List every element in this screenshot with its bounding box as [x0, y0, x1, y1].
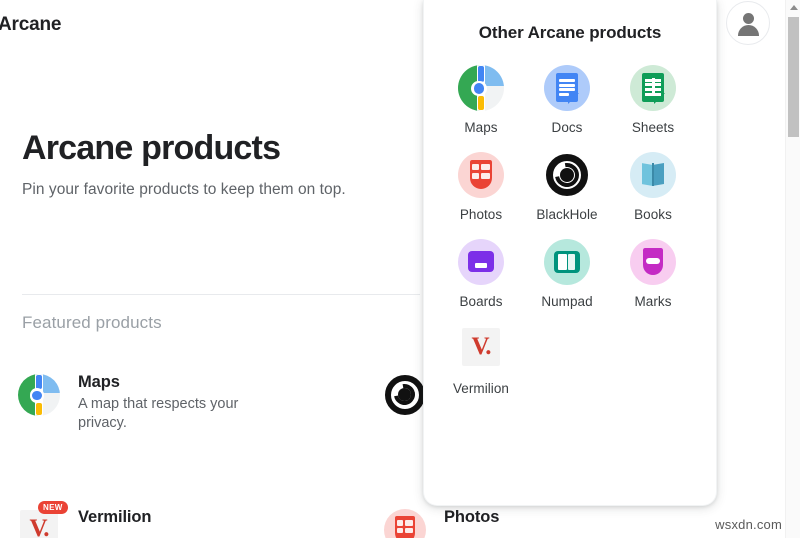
vermilion-icon: V. [458, 326, 504, 372]
maps-icon [18, 374, 60, 416]
featured-item-text: Photos [444, 507, 634, 530]
app-item-photos[interactable]: Photos [438, 152, 524, 222]
books-icon [630, 152, 676, 198]
app-label: Books [634, 207, 672, 222]
app-label: Boards [459, 294, 502, 309]
numpad-icon [544, 239, 590, 285]
app-item-marks[interactable]: Marks [610, 239, 696, 309]
app-label: Sheets [632, 120, 674, 135]
featured-item-text: Vermilion [78, 507, 268, 530]
other-products-popover: Other Arcane products Maps [423, 0, 717, 506]
app-label: Vermilion [453, 381, 509, 396]
blackhole-icon [384, 374, 426, 416]
featured-item-text: Maps A map that respects your privacy. [78, 372, 268, 433]
page-root: Arcane Arcane products Pin your favorite… [0, 0, 800, 538]
hero-section: Arcane products Pin your favorite produc… [22, 128, 422, 200]
app-label: BlackHole [536, 207, 597, 222]
avatar[interactable] [726, 1, 770, 45]
new-badge: NEW [38, 501, 68, 514]
app-grid: Maps Docs [424, 65, 716, 413]
app-label: Photos [460, 207, 502, 222]
app-item-boards[interactable]: Boards [438, 239, 524, 309]
caret-up-icon[interactable] [786, 0, 800, 15]
featured-item-photos[interactable]: Photos [384, 507, 574, 538]
scrollbar-thumb[interactable] [788, 17, 799, 137]
app-item-vermilion[interactable]: V. Vermilion [438, 326, 524, 396]
maps-icon [458, 65, 504, 111]
featured-item-desc: A map that respects your privacy. [78, 395, 268, 433]
page-subtitle: Pin your favorite products to keep them … [22, 180, 422, 200]
page-header: Arcane [0, 10, 61, 40]
featured-item-name: Vermilion [78, 508, 268, 527]
vertical-scrollbar[interactable] [785, 0, 800, 538]
featured-item-name: Photos [444, 508, 634, 527]
app-label: Numpad [541, 294, 592, 309]
app-label: Maps [464, 120, 497, 135]
vermilion-icon: NEW V. [18, 509, 60, 538]
brand-title: Arcane [0, 14, 61, 36]
app-item-books[interactable]: Books [610, 152, 696, 222]
marks-icon [630, 239, 676, 285]
app-item-maps[interactable]: Maps [438, 65, 524, 135]
docs-icon [544, 65, 590, 111]
page-title: Arcane products [22, 128, 422, 168]
watermark: wsxdn.com [715, 517, 782, 532]
app-item-docs[interactable]: Docs [524, 65, 610, 135]
featured-item-maps[interactable]: Maps A map that respects your privacy. [18, 372, 208, 433]
popover-title: Other Arcane products [424, 23, 716, 43]
featured-products-grid: Maps A map that respects your privacy. [18, 372, 438, 538]
section-divider [22, 294, 420, 295]
featured-section-title: Featured products [22, 313, 162, 333]
app-item-sheets[interactable]: Sheets [610, 65, 696, 135]
blackhole-icon [544, 152, 590, 198]
app-item-blackhole[interactable]: BlackHole [524, 152, 610, 222]
boards-icon [458, 239, 504, 285]
featured-item-name: Maps [78, 373, 268, 392]
photos-icon [384, 509, 426, 538]
app-item-numpad[interactable]: Numpad [524, 239, 610, 309]
featured-row: Maps A map that respects your privacy. [18, 372, 438, 433]
featured-row: NEW V. Vermilion [18, 507, 438, 538]
sheets-icon [630, 65, 676, 111]
app-label: Docs [552, 120, 583, 135]
featured-item-vermilion[interactable]: NEW V. Vermilion [18, 507, 208, 538]
app-label: Marks [635, 294, 672, 309]
photos-icon [458, 152, 504, 198]
